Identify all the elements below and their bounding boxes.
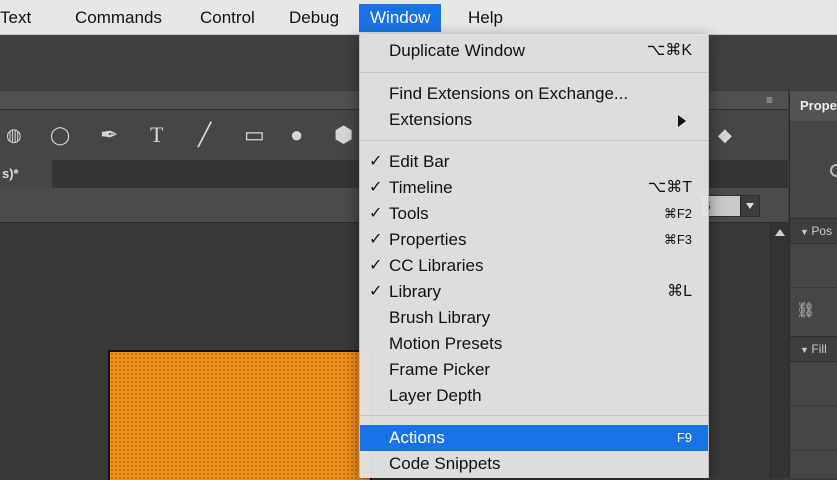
stage-canvas[interactable] [108, 350, 372, 480]
menu-item-frame-picker[interactable]: Frame Picker [360, 357, 708, 383]
menu-item-library[interactable]: ✓ Library ⌘L [360, 279, 708, 305]
menu-item-edit-bar[interactable]: ✓ Edit Bar [360, 149, 708, 175]
shortcut-label: ⌥⌘K [646, 42, 692, 59]
stage-vertical-scrollbar[interactable] [770, 223, 789, 478]
menu-item-label: Layer Depth [389, 386, 482, 405]
text-tool-icon[interactable]: T [150, 120, 163, 150]
instance-icon [830, 164, 837, 177]
menu-item-duplicate-window[interactable]: Duplicate Window ⌥⌘K [360, 38, 708, 64]
menu-item-label: Find Extensions on Exchange... [389, 84, 629, 103]
menu-debug[interactable]: Debug [289, 8, 339, 28]
menu-item-label: Motion Presets [389, 334, 503, 353]
menu-item-motion-presets[interactable]: Motion Presets [360, 331, 708, 357]
menu-item-label: Actions [389, 428, 445, 447]
fill-fields [790, 361, 837, 406]
menu-item-label: Edit Bar [389, 152, 450, 171]
window-menu: Duplicate Window ⌥⌘K Find Extensions on … [359, 34, 709, 478]
menu-control[interactable]: Control [200, 8, 255, 28]
checkmark-icon: ✓ [369, 205, 383, 222]
zoom-dropdown-icon[interactable] [740, 196, 759, 216]
shortcut-label: ⌥⌘T [647, 179, 692, 196]
rectangle-icon[interactable]: ▭ [244, 120, 265, 150]
stroke-fields [790, 406, 837, 451]
menu-item-find-extensions[interactable]: Find Extensions on Exchange... [360, 81, 708, 107]
submenu-arrow-icon [678, 115, 686, 127]
zoom-field[interactable]: 6 [700, 195, 760, 217]
menu-separator [360, 415, 708, 416]
eraser-icon[interactable]: ◆ [718, 120, 732, 150]
shortcut-label: ⌘L [667, 283, 692, 300]
position-fields [790, 243, 837, 288]
polystar-icon[interactable]: ⬢ [334, 120, 353, 150]
menu-separator [360, 140, 708, 141]
menu-item-label: Brush Library [389, 308, 491, 327]
menu-item-label: Extensions [389, 110, 473, 129]
line-icon[interactable]: ╱ [198, 120, 211, 150]
position-section-header[interactable]: Pos [790, 218, 837, 244]
menu-item-label: CC Libraries [389, 256, 484, 275]
menu-item-label: Code Snippets [389, 454, 501, 473]
document-tab[interactable]: s)* [0, 160, 52, 188]
checkmark-icon: ✓ [369, 153, 383, 170]
panel-menu-icon[interactable]: ≡ [766, 93, 773, 107]
menu-item-tools[interactable]: ✓ Tools ⌘F2 [360, 201, 708, 227]
fill-section-header[interactable]: Fill [790, 336, 837, 362]
properties-panel: Prope Pos ⛓ Fill [789, 91, 837, 478]
properties-tab[interactable]: Prope [790, 91, 837, 121]
3d-rotation-icon[interactable]: ◍ [6, 120, 22, 150]
scroll-up-icon[interactable] [775, 229, 785, 236]
pen-icon[interactable]: ✒ [100, 120, 118, 150]
menu-item-label: Frame Picker [389, 360, 491, 379]
checkmark-icon: ✓ [369, 283, 383, 300]
menu-item-extensions[interactable]: Extensions [360, 107, 708, 133]
menu-item-cc-libraries[interactable]: ✓ CC Libraries [360, 253, 708, 279]
checkmark-icon: ✓ [369, 257, 383, 274]
menu-item-label: Duplicate Window [389, 41, 526, 60]
menu-item-code-snippets[interactable]: Code Snippets [360, 451, 708, 477]
menu-item-label: Properties [389, 230, 467, 249]
menu-item-timeline[interactable]: ✓ Timeline ⌥⌘T [360, 175, 708, 201]
menu-item-label: Library [389, 282, 441, 301]
menu-item-label: Tools [389, 204, 429, 223]
shortcut-label: ⌘F2 [663, 206, 692, 221]
menu-item-properties[interactable]: ✓ Properties ⌘F3 [360, 227, 708, 253]
menu-help[interactable]: Help [468, 8, 503, 28]
menu-item-brush-library[interactable]: Brush Library [360, 305, 708, 331]
lasso-icon[interactable]: ◯ [50, 120, 70, 150]
menu-item-label: Timeline [389, 178, 453, 197]
menu-bar: Text Commands Control Debug Window Help [0, 0, 837, 35]
menu-commands[interactable]: Commands [75, 8, 162, 28]
shortcut-label: F9 [676, 430, 692, 445]
menu-text[interactable]: Text [0, 8, 31, 28]
menu-separator [360, 72, 708, 73]
link-icon[interactable]: ⛓ [796, 301, 815, 319]
menu-window[interactable]: Window [359, 4, 442, 32]
menu-item-actions[interactable]: Actions F9 [360, 425, 708, 451]
checkmark-icon: ✓ [369, 231, 383, 248]
checkmark-icon: ✓ [369, 179, 383, 196]
shortcut-label: ⌘F3 [663, 232, 692, 247]
oval-icon[interactable]: ● [290, 120, 303, 150]
menu-item-layer-depth[interactable]: Layer Depth [360, 383, 708, 409]
